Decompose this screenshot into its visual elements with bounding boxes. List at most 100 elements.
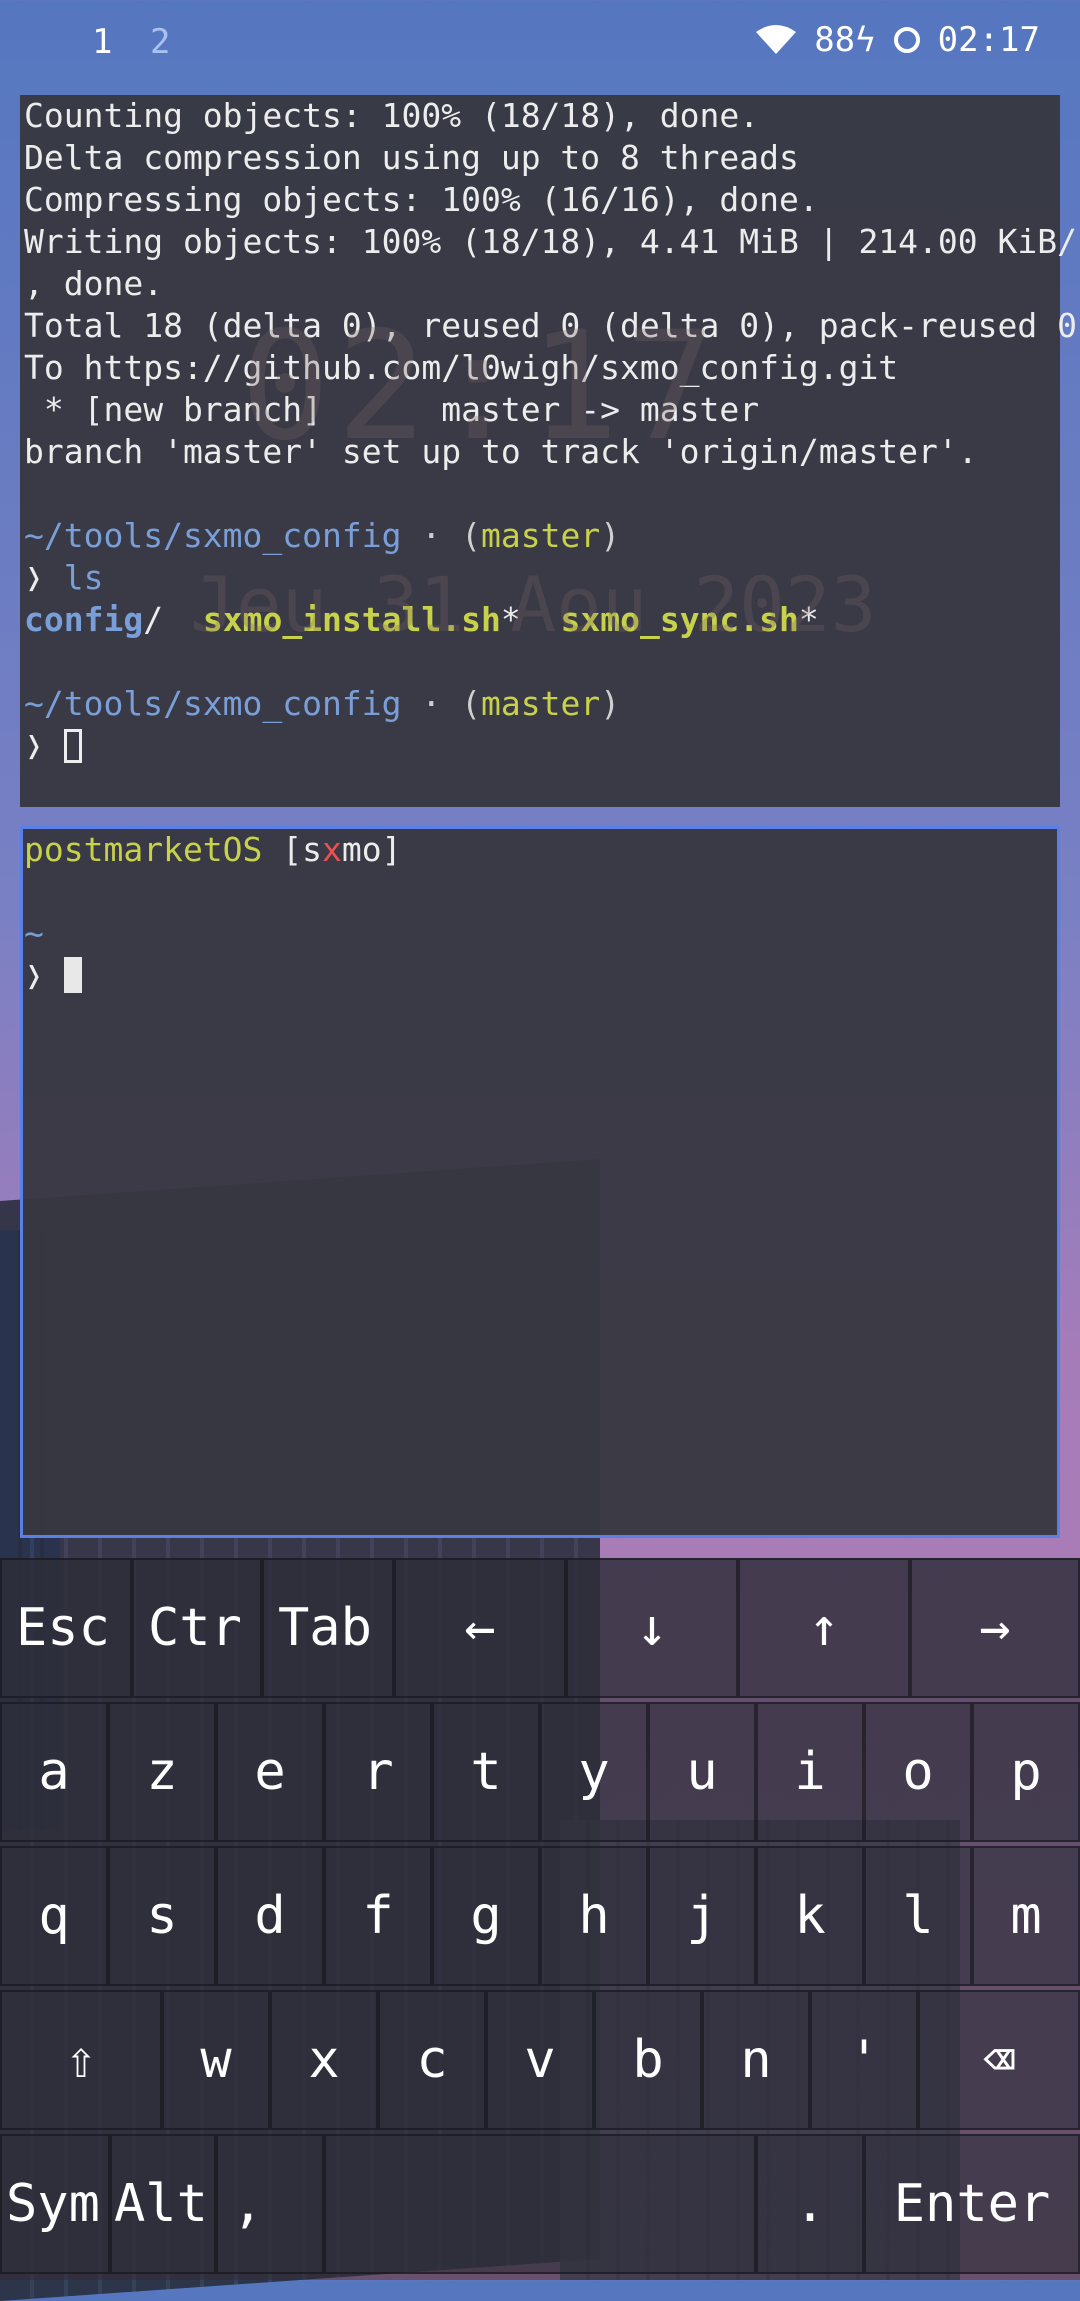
prompt-line: ~/tools/sxmo_config · (master) — [20, 683, 1060, 725]
ls-file-entry: sxmo_sync.sh — [560, 600, 799, 639]
terminal-output-line: Writing objects: 100% (18/18), 4.41 MiB … — [24, 222, 1080, 261]
key-t[interactable]: t — [432, 1702, 540, 1842]
key-j[interactable]: j — [648, 1846, 756, 1986]
key-n[interactable]: n — [702, 1990, 810, 2130]
ls-dir-entry: config — [24, 600, 144, 639]
ls-output: config/ sxmo_install.sh* sxmo_sync.sh* — [20, 599, 1060, 641]
terminal-cursor — [63, 729, 82, 763]
key-x[interactable]: x — [270, 1990, 378, 2130]
prompt-separator: · ( — [401, 516, 481, 555]
prompt-symbol: ❭ — [24, 956, 44, 995]
prompt-path: ~ — [24, 914, 44, 953]
key-e[interactable]: e — [216, 1702, 324, 1842]
host-bracket-open: [ — [262, 830, 303, 869]
terminal-output-line: * [new branch] master -> master — [24, 390, 760, 429]
key-l[interactable]: l — [864, 1846, 972, 1986]
host-x: x — [322, 830, 342, 869]
prompt-separator: · ( — [401, 684, 481, 723]
key-m[interactable]: m — [972, 1846, 1080, 1986]
key-p[interactable]: p — [972, 1702, 1080, 1842]
keyboard-row-1: a z e r t y u i o p — [0, 1702, 1080, 1842]
terminal-output-line: , done. — [24, 264, 164, 303]
key-arrow-down[interactable]: ↓ — [566, 1558, 738, 1698]
key-b[interactable]: b — [594, 1990, 702, 2130]
command-line: ❭ ls — [20, 557, 1060, 599]
keyboard-row-2: q s d f g h j k l m — [0, 1846, 1080, 1986]
host-mo: mo — [341, 830, 382, 869]
key-w[interactable]: w — [162, 1990, 270, 2130]
wifi-icon — [756, 25, 797, 54]
status-bar: 1 2 88ϟ 02:17 — [0, 0, 1080, 82]
key-z[interactable]: z — [108, 1702, 216, 1842]
key-s[interactable]: s — [108, 1846, 216, 1986]
prompt-line: ~ — [23, 913, 1057, 955]
key-comma[interactable]: , — [216, 2134, 324, 2274]
exec-suffix: * — [500, 600, 521, 639]
command-line: ❭ — [20, 725, 1060, 767]
key-r[interactable]: r — [324, 1702, 432, 1842]
command-line: ❭ — [23, 955, 1057, 997]
terminal-window-top[interactable]: Counting objects: 100% (18/18), done. De… — [20, 95, 1080, 807]
prompt-line: ~/tools/sxmo_config · (master) — [20, 515, 1060, 557]
clock: 02:17 — [937, 20, 1040, 60]
dir-suffix: / — [143, 600, 164, 639]
key-h[interactable]: h — [540, 1846, 648, 1986]
key-shift[interactable]: ⇧ — [0, 1990, 162, 2130]
workspace-2-tag[interactable]: 2 — [150, 22, 170, 62]
key-apostrophe[interactable]: ' — [810, 1990, 918, 2130]
charging-icon: ϟ — [855, 20, 876, 60]
key-sym[interactable]: Sym — [0, 2134, 110, 2274]
terminal-output-line: Total 18 (delta 0), reused 0 (delta 0), … — [24, 306, 1077, 345]
key-arrow-right[interactable]: → — [910, 1558, 1080, 1698]
prompt-path: ~/tools/sxmo_config — [24, 516, 402, 555]
prompt-close: ) — [600, 516, 621, 555]
key-alt[interactable]: Alt — [110, 2134, 216, 2274]
terminal-output-line: Delta compression using up to 8 threads — [24, 138, 799, 177]
terminal-window-bottom[interactable]: postmarketOS [sxmo] ~ ❭ — [20, 826, 1060, 1538]
command-text: ls — [63, 558, 104, 597]
prompt-close: ) — [600, 684, 621, 723]
key-u[interactable]: u — [648, 1702, 756, 1842]
key-arrow-up[interactable]: ↑ — [738, 1558, 910, 1698]
prompt-symbol: ❭ — [24, 558, 44, 597]
ls-file-entry: sxmo_install.sh — [202, 600, 501, 639]
key-k[interactable]: k — [756, 1846, 864, 1986]
key-space[interactable] — [324, 2134, 756, 2274]
key-period[interactable]: . — [756, 2134, 864, 2274]
git-branch: master — [480, 516, 601, 555]
terminal-output-line: Compressing objects: 100% (16/16), done. — [24, 180, 819, 219]
key-d[interactable]: d — [216, 1846, 324, 1986]
keyboard-row-nav: Esc Ctr Tab ← ↓ ↑ → — [0, 1558, 1080, 1698]
key-esc[interactable]: Esc — [0, 1558, 132, 1698]
battery-level: 88ϟ — [814, 20, 876, 60]
key-tab[interactable]: Tab — [262, 1558, 394, 1698]
keyboard-row-3: ⇧ w x c v b n ' ⌫ — [0, 1990, 1080, 2130]
host-s: s — [302, 830, 323, 869]
key-enter[interactable]: Enter — [864, 2134, 1080, 2274]
key-backspace[interactable]: ⌫ — [918, 1990, 1080, 2130]
key-ctrl[interactable]: Ctr — [132, 1558, 262, 1698]
terminal-output-line: Counting objects: 100% (18/18), done. — [24, 96, 760, 135]
terminal-cursor — [63, 957, 82, 993]
exec-suffix: * — [798, 600, 819, 639]
host-bracket-close: ] — [381, 830, 402, 869]
host-line: postmarketOS [sxmo] — [23, 829, 1057, 871]
prompt-path: ~/tools/sxmo_config — [24, 684, 402, 723]
key-y[interactable]: y — [540, 1702, 648, 1842]
key-c[interactable]: c — [378, 1990, 486, 2130]
terminal-output-line: To https://github.com/l0wigh/sxmo_config… — [24, 348, 899, 387]
key-v[interactable]: v — [486, 1990, 594, 2130]
key-i[interactable]: i — [756, 1702, 864, 1842]
key-q[interactable]: q — [0, 1846, 108, 1986]
key-arrow-left[interactable]: ← — [394, 1558, 566, 1698]
key-g[interactable]: g — [432, 1846, 540, 1986]
key-o[interactable]: o — [864, 1702, 972, 1842]
workspace-1-tag[interactable]: 1 — [92, 22, 112, 62]
onscreen-keyboard: Esc Ctr Tab ← ↓ ↑ → a z e r t y u i o p … — [0, 1558, 1080, 2280]
key-a[interactable]: a — [0, 1702, 108, 1842]
status-circle-icon — [893, 27, 920, 53]
key-f[interactable]: f — [324, 1846, 432, 1986]
